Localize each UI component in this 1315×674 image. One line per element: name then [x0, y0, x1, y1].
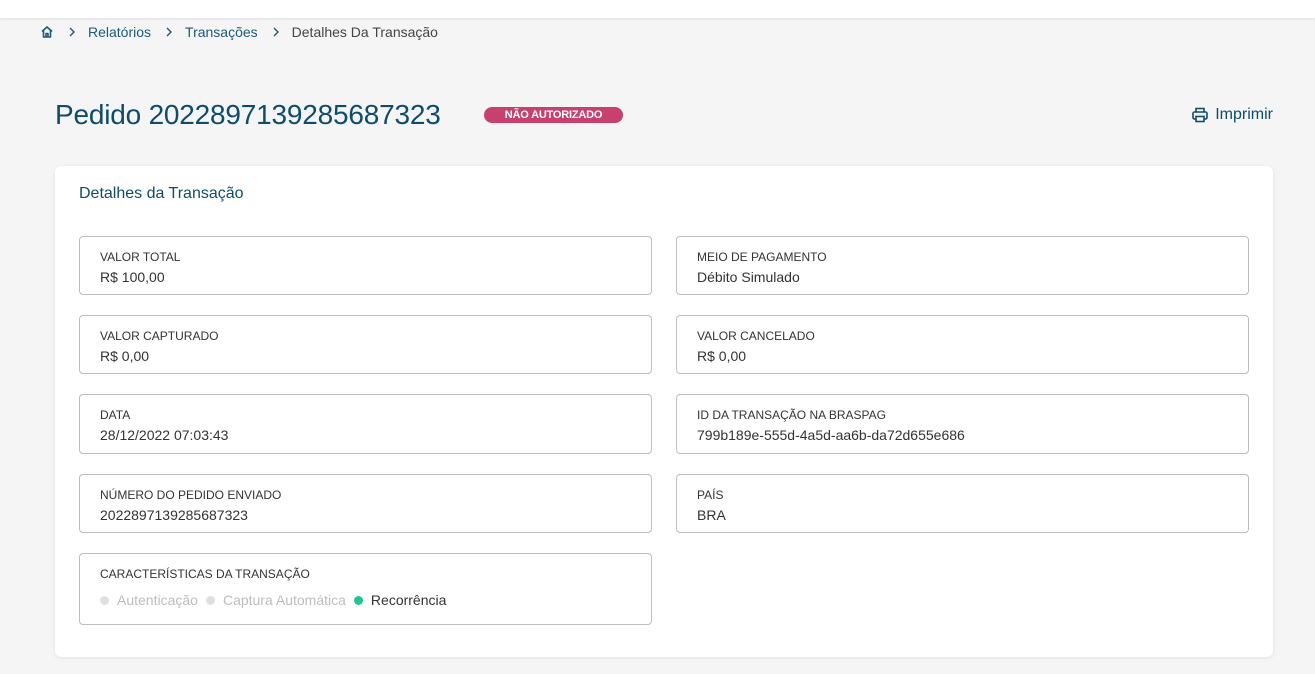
- chevron-right-icon: [272, 26, 282, 38]
- card-title: Detalhes da Transação: [79, 185, 244, 202]
- field-numero-pedido-enviado: NÚMERO DO PEDIDO ENVIADO 202289713928568…: [79, 474, 652, 533]
- characteristic-recorrencia: Recorrência: [353, 592, 447, 608]
- field-value: 28/12/2022 07:03:43: [100, 427, 229, 443]
- breadcrumb-current: Detalhes Da Transação: [291, 24, 438, 40]
- field-valor-capturado: VALOR CAPTURADO R$ 0,00: [79, 315, 652, 374]
- characteristic-label: Captura Automática: [222, 592, 346, 608]
- field-value: 799b189e-555d-4a5d-aa6b-da72d655e686: [697, 427, 965, 443]
- field-id-transacao-braspag: ID DA TRANSAÇÃO NA BRASPAG 799b189e-555d…: [676, 394, 1249, 454]
- print-label: Imprimir: [1215, 106, 1273, 123]
- field-label: ID DA TRANSAÇÃO NA BRASPAG: [697, 408, 886, 422]
- status-dot-icon: [353, 595, 363, 605]
- field-value: R$ 0,00: [697, 348, 747, 364]
- breadcrumb-link-transacoes[interactable]: Transações: [185, 24, 258, 40]
- field-meio-de-pagamento: MEIO DE PAGAMENTO Débito Simulado: [676, 236, 1249, 295]
- print-button[interactable]: Imprimir: [1191, 105, 1273, 125]
- field-data: DATA 28/12/2022 07:03:43: [79, 394, 652, 454]
- field-label: VALOR TOTAL: [100, 250, 181, 264]
- status-dot-icon: [100, 595, 109, 605]
- page-title: Pedido 2022897139285687323: [55, 99, 441, 130]
- characteristic-label: Recorrência: [370, 592, 447, 608]
- field-label: VALOR CANCELADO: [697, 329, 815, 343]
- breadcrumb-link-relatorios[interactable]: Relatórios: [88, 24, 151, 40]
- field-label: DATA: [100, 408, 131, 422]
- status-dot-icon: [205, 595, 215, 605]
- field-valor-total: VALOR TOTAL R$ 100,00: [79, 236, 652, 295]
- field-label: VALOR CAPTURADO: [100, 329, 219, 343]
- chevron-right-icon: [165, 26, 175, 38]
- page-header: Pedido 2022897139285687323 NÃO AUTORIZAD…: [55, 95, 1273, 135]
- top-bar: [0, 0, 1315, 18]
- field-value: R$ 0,00: [100, 348, 150, 364]
- field-caracteristicas: CARACTERÍSTICAS DA TRANSAÇÃO Autenticaçã…: [79, 553, 652, 625]
- characteristic-captura-automatica: Captura Automática: [205, 592, 346, 608]
- field-value: R$ 100,00: [100, 269, 165, 285]
- field-label: PAÍS: [697, 488, 724, 502]
- field-pais: PAÍS BRA: [676, 474, 1249, 533]
- field-value: Débito Simulado: [697, 269, 800, 285]
- field-label: CARACTERÍSTICAS DA TRANSAÇÃO: [100, 567, 310, 581]
- breadcrumb: Relatórios Transações Detalhes Da Transa…: [40, 22, 438, 42]
- field-label: NÚMERO DO PEDIDO ENVIADO: [100, 488, 282, 502]
- field-value: 2022897139285687323: [100, 507, 248, 523]
- status-badge: NÃO AUTORIZADO: [484, 107, 623, 123]
- field-valor-cancelado: VALOR CANCELADO R$ 0,00: [676, 315, 1249, 374]
- characteristics-list: Autenticação Captura Automática Recorrên…: [100, 592, 631, 608]
- transaction-details-card: Detalhes da Transação VALOR TOTAL R$ 100…: [55, 166, 1273, 657]
- printer-icon: [1191, 106, 1209, 124]
- chevron-right-icon: [68, 26, 78, 38]
- field-value: BRA: [697, 507, 726, 523]
- field-label: MEIO DE PAGAMENTO: [697, 250, 827, 264]
- characteristic-autenticacao: Autenticação: [100, 592, 198, 608]
- characteristic-label: Autenticação: [117, 592, 198, 608]
- home-icon[interactable]: [40, 25, 54, 39]
